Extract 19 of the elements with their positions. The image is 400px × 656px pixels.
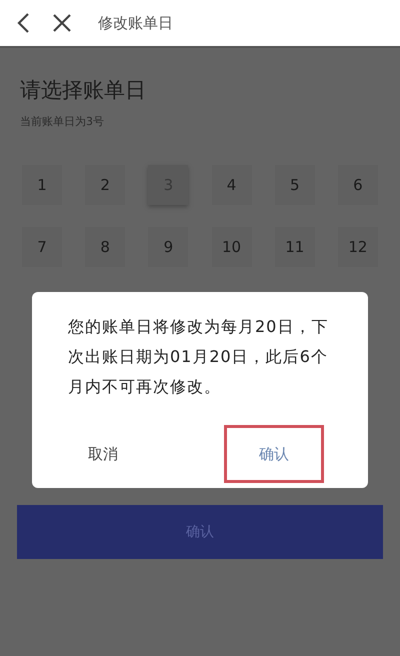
day-option[interactable]: 8 (85, 227, 126, 267)
page-title: 修改账单日 (98, 14, 173, 32)
dialog-message: 您的账单日将修改为每月20日，下次出账日期为01月20日，此后6个月内不可再次修改。 (67, 316, 330, 398)
day-option[interactable]: 5 (274, 165, 315, 205)
day-option[interactable]: 1 (22, 165, 62, 205)
day-option[interactable]: 7 (22, 227, 62, 267)
section-heading: 请选择账单日 (20, 77, 147, 104)
day-option[interactable]: 4 (212, 165, 252, 205)
dialog-button[interactable]: 取消 (32, 425, 174, 483)
day-option[interactable]: 2 (85, 165, 126, 205)
highlighted-dialog-button[interactable]: 确认 (224, 425, 324, 483)
day-option[interactable]: 10 (212, 227, 252, 267)
day-option[interactable]: 11 (274, 227, 315, 267)
day-option[interactable]: 12 (338, 227, 378, 267)
day-option[interactable]: 9 (148, 227, 188, 267)
close-icon[interactable] (52, 13, 72, 33)
back-icon[interactable] (16, 12, 30, 34)
current-day-note: 当前账单日为3号 (20, 114, 105, 129)
day-option[interactable]: 6 (338, 165, 378, 205)
